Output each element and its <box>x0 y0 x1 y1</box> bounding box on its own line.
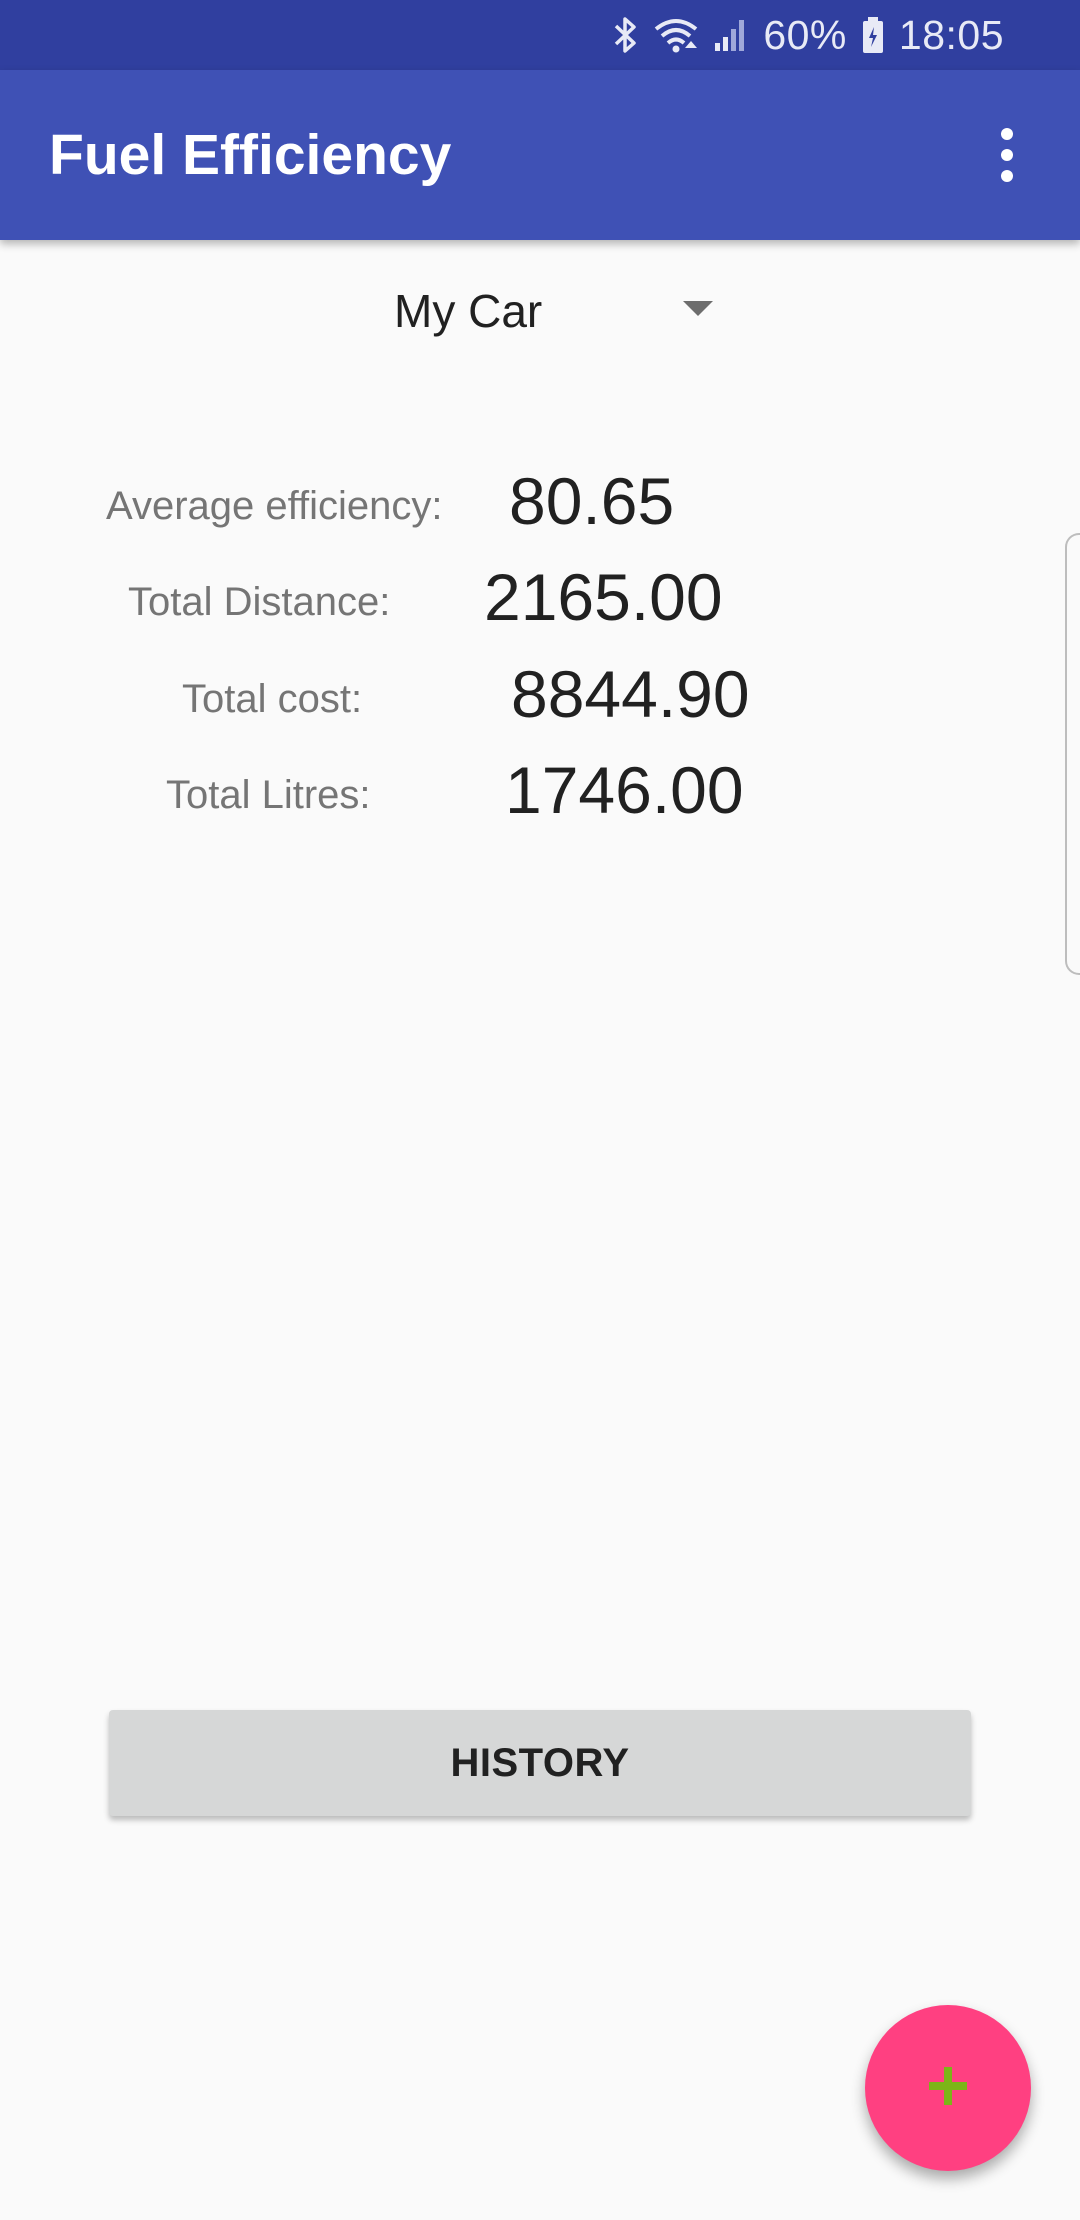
edge-panel-handle[interactable] <box>1065 533 1080 975</box>
total-distance-value: 2165.00 <box>484 560 723 634</box>
history-button[interactable]: HISTORY <box>109 1710 971 1816</box>
total-cost-label: Total cost: <box>182 677 363 721</box>
battery-icon <box>861 15 885 55</box>
status-bar: 60% 18:05 <box>0 0 1080 70</box>
bluetooth-icon <box>613 15 639 55</box>
average-efficiency-value: 80.65 <box>509 464 675 538</box>
total-cost-value: 8844.90 <box>511 657 750 731</box>
battery-percent: 60% <box>763 11 847 58</box>
wifi-icon <box>653 15 699 55</box>
signal-icon <box>713 15 749 55</box>
total-litres-label: Total Litres: <box>166 773 371 817</box>
dropdown-arrow-icon <box>683 301 713 316</box>
more-vert-icon[interactable] <box>964 112 1050 198</box>
status-icons: 60% 18:05 <box>613 0 1004 70</box>
average-efficiency-label: Average efficiency: <box>106 484 443 528</box>
add-icon <box>925 2063 971 2114</box>
total-litres-value: 1746.00 <box>505 753 744 827</box>
total-distance-label: Total Distance: <box>128 580 391 624</box>
vehicle-spinner-label: My Car <box>394 285 543 337</box>
app-bar: Fuel Efficiency <box>0 70 1080 240</box>
vehicle-spinner[interactable]: My Car <box>370 266 730 356</box>
status-time: 18:05 <box>898 11 1004 58</box>
add-entry-fab[interactable] <box>865 2005 1031 2171</box>
app-title: Fuel Efficiency <box>49 123 452 187</box>
